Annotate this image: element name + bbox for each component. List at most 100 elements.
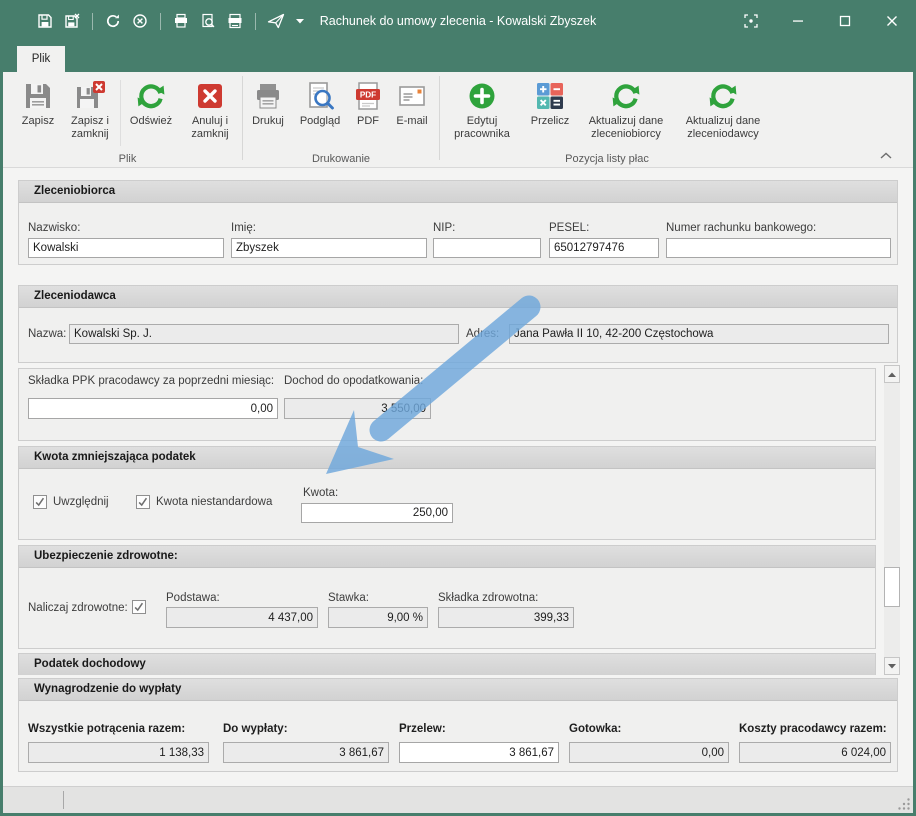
ribbon-group-separator: [439, 76, 440, 160]
dochod-input: [284, 398, 431, 419]
podstawa-label: Podstawa:: [166, 592, 220, 604]
adres-input: [509, 324, 889, 344]
kwota-niestandardowa-checkbox[interactable]: [136, 495, 150, 509]
vertical-scrollbar[interactable]: [884, 365, 900, 675]
scroll-up-button[interactable]: [884, 365, 900, 383]
podglad-button[interactable]: Podgląd: [291, 72, 349, 128]
przelew-label: Przelew:: [399, 723, 446, 735]
section-kwota-zmniejszajaca: Kwota zmniejszająca podatek Uwzględnij K…: [18, 446, 876, 540]
send-icon[interactable]: [267, 12, 285, 30]
ribbon-collapse-button[interactable]: [877, 148, 895, 162]
tab-band: Plik: [3, 42, 913, 72]
zapisz-i-zamknij-button[interactable]: Zapisz i zamknij: [61, 72, 119, 141]
naliczaj-zdrowotne-checkbox[interactable]: [132, 600, 146, 614]
zapisz-button[interactable]: Zapisz: [15, 72, 61, 128]
ribbon-group-caption: Drukowanie: [245, 153, 437, 165]
check-icon: [137, 496, 149, 508]
check-icon: [34, 496, 46, 508]
skladka-ppk-input[interactable]: [28, 398, 278, 419]
print-icon[interactable]: [172, 12, 190, 30]
scroll-panel: Składka PPK pracodawcy za poprzedni mies…: [18, 365, 876, 675]
scrollbar-thumb[interactable]: [884, 567, 900, 607]
naliczaj-zdrowotne-label: Naliczaj zdrowotne:: [28, 602, 128, 614]
chevron-up-icon: [880, 152, 892, 159]
skladka-zdrowotna-label: Składka zdrowotna:: [438, 592, 538, 604]
scroll-down-button[interactable]: [884, 657, 900, 675]
save-close-icon: [74, 80, 106, 112]
cancel-icon[interactable]: [131, 12, 149, 30]
refresh-icon[interactable]: [104, 12, 122, 30]
save-icon: [22, 80, 54, 112]
email-button[interactable]: E-mail: [387, 72, 437, 128]
cancel-icon: [194, 80, 226, 112]
do-wyplaty-label: Do wypłaty:: [223, 723, 288, 735]
pdf-icon[interactable]: [226, 12, 244, 30]
arrow-up-icon: [888, 372, 896, 377]
aktualizuj-zleceniobiorcy-button[interactable]: Aktualizuj dane zleceniobiorcy: [578, 72, 674, 141]
email-icon: [396, 80, 428, 112]
section-title: Podatek dochodowy: [19, 654, 875, 675]
pdf-icon: PDF: [352, 80, 384, 112]
nazwa-input: [69, 324, 459, 344]
imie-input[interactable]: [231, 238, 427, 258]
odswiez-button[interactable]: Odśwież: [122, 72, 180, 128]
kwota-niestandardowa-label: Kwota niestandardowa: [156, 496, 272, 508]
koszty-pracodawcy-label: Koszty pracodawcy razem:: [739, 723, 887, 735]
ribbon-group-plik: Zapisz Zapisz i zamknij Odśwież Anuluj i…: [15, 72, 240, 167]
potracenia-input: [28, 742, 209, 763]
focus-mode-icon[interactable]: [741, 11, 761, 31]
section-wynagrodzenie: Wynagrodzenie do wypłaty Wszystkie potrą…: [18, 678, 898, 772]
section-title: Wynagrodzenie do wypłaty: [19, 679, 897, 701]
pdf-button[interactable]: PDF PDF: [349, 72, 387, 128]
stawka-label: Stawka:: [328, 592, 369, 604]
drukuj-button[interactable]: Drukuj: [245, 72, 291, 128]
nip-input[interactable]: [433, 238, 541, 258]
svg-text:PDF: PDF: [360, 91, 376, 100]
ribbon-group-caption: Pozycja listy płac: [442, 153, 772, 165]
uwzglednij-checkbox[interactable]: [33, 495, 47, 509]
refresh-icon: [610, 80, 642, 112]
skladka-ppk-label: Składka PPK pracodawcy za poprzedni mies…: [28, 375, 274, 387]
status-separator: [63, 791, 64, 809]
aktualizuj-zleceniodawcy-button[interactable]: Aktualizuj dane zleceniodawcy: [674, 72, 772, 141]
qat-dropdown-icon[interactable]: [294, 12, 306, 30]
pesel-input[interactable]: [549, 238, 659, 258]
check-icon: [133, 601, 145, 613]
anuluj-i-zamknij-button[interactable]: Anuluj i zamknij: [180, 72, 240, 141]
quick-access-toolbar: [0, 12, 306, 30]
maximize-button[interactable]: [835, 11, 855, 31]
ribbon: Zapisz Zapisz i zamknij Odśwież Anuluj i…: [3, 72, 913, 168]
gotowka-label: Gotowka:: [569, 723, 621, 735]
przelicz-button[interactable]: Przelicz: [522, 72, 578, 128]
nazwisko-input[interactable]: [28, 238, 224, 258]
section-title: Zleceniobiorca: [19, 181, 897, 203]
potracenia-label: Wszystkie potrącenia razem:: [28, 723, 185, 735]
ribbon-thin-separator: [120, 80, 121, 146]
resize-grip[interactable]: [897, 797, 911, 811]
print-icon: [252, 80, 284, 112]
section-ppk: Składka PPK pracodawcy za poprzedni mies…: [18, 368, 876, 441]
section-title: Kwota zmniejszająca podatek: [19, 447, 875, 469]
edytuj-pracownika-button[interactable]: Edytuj pracownika: [442, 72, 522, 141]
numer-rachunku-input[interactable]: [666, 238, 891, 258]
preview-icon[interactable]: [199, 12, 217, 30]
section-title: Zleceniodawca: [19, 286, 897, 308]
ribbon-group-drukowanie: Drukuj Podgląd PDF PDF E-mail Drukowanie: [245, 72, 437, 167]
nazwa-label: Nazwa:: [28, 328, 66, 340]
arrow-down-icon: [888, 664, 896, 669]
minimize-button[interactable]: [788, 11, 808, 31]
pesel-label: PESEL:: [549, 222, 589, 234]
calculator-icon: [534, 80, 566, 112]
save-close-icon[interactable]: [63, 12, 81, 30]
nazwisko-label: Nazwisko:: [28, 222, 80, 234]
close-button[interactable]: [882, 11, 902, 31]
przelew-input[interactable]: [399, 742, 559, 763]
kwota-input[interactable]: [301, 503, 453, 523]
client-area: Zapisz Zapisz i zamknij Odśwież Anuluj i…: [3, 72, 913, 813]
app-window: Rachunek do umowy zlecenia - Kowalski Zb…: [0, 0, 916, 816]
kwota-label: Kwota:: [303, 487, 338, 499]
tab-plik[interactable]: Plik: [17, 46, 65, 72]
koszty-pracodawcy-input: [739, 742, 891, 763]
save-icon[interactable]: [36, 12, 54, 30]
refresh-icon: [135, 80, 167, 112]
